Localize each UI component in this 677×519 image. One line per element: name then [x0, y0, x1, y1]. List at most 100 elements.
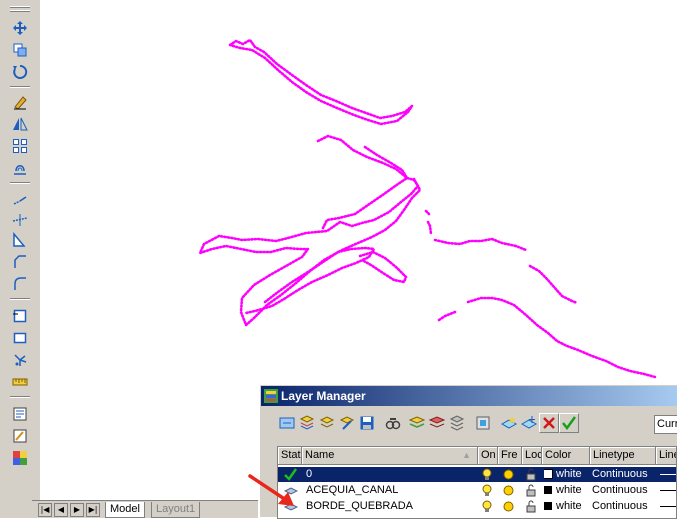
- toolbar-separator: [10, 396, 30, 398]
- polyline-hook: [358, 250, 408, 284]
- color-swatch: [544, 486, 552, 494]
- copy-icon[interactable]: [10, 40, 30, 60]
- toolbar-separator: [10, 86, 30, 88]
- color-name: white: [556, 468, 582, 480]
- new-layer-vp-frozen-icon[interactable]: [519, 413, 539, 433]
- last-tab-icon[interactable]: ▶|: [86, 503, 100, 517]
- lock-open-icon[interactable]: [526, 483, 540, 498]
- sun-thawed-icon[interactable]: [502, 499, 518, 514]
- layer-name[interactable]: 0: [306, 467, 476, 482]
- polyline-main-inner: [321, 145, 409, 230]
- rotate-icon[interactable]: [10, 62, 30, 82]
- bulb-on-icon[interactable]: [482, 467, 496, 482]
- next-tab-icon[interactable]: ▶: [70, 503, 84, 517]
- polyline-upper: [228, 38, 414, 126]
- trim-icon[interactable]: [10, 210, 30, 230]
- save-layer-state-icon[interactable]: [297, 413, 317, 433]
- restore-layer-state-icon[interactable]: [337, 413, 357, 433]
- chamfer-icon[interactable]: [10, 252, 30, 272]
- col-header-status[interactable]: Stat: [278, 447, 302, 465]
- layer-manager-title: Layer Manager: [281, 389, 366, 403]
- prev-tab-icon[interactable]: ◀: [54, 503, 68, 517]
- layer-manager-panel: Layer Manager Curr Stat Name ▲ On Fre Lo…: [258, 383, 677, 519]
- layer-table: Stat Name ▲ On Fre Loc Color Linetype Li…: [277, 446, 677, 519]
- scale-icon[interactable]: [10, 230, 30, 250]
- layer-linetype[interactable]: Continuous: [592, 467, 654, 482]
- col-header-freeze[interactable]: Fre: [498, 447, 522, 465]
- extend-icon[interactable]: [10, 190, 30, 210]
- sun-thawed-icon[interactable]: [502, 467, 518, 482]
- layer-manager-icon: [264, 389, 278, 403]
- toolbar-grip[interactable]: [10, 6, 30, 8]
- erase-icon[interactable]: [10, 92, 30, 112]
- lock-open-icon[interactable]: [526, 499, 540, 514]
- layer-filter-icon[interactable]: [383, 413, 403, 433]
- layer-manager-toolbar: Curr: [261, 410, 677, 438]
- save-icon[interactable]: [357, 413, 377, 433]
- polyline-right-lower: [437, 296, 657, 379]
- bulb-on-icon[interactable]: [482, 483, 496, 498]
- set-current-icon[interactable]: [559, 413, 579, 433]
- col-header-name[interactable]: Name ▲: [302, 447, 478, 465]
- properties-icon[interactable]: [10, 404, 30, 424]
- measure-icon[interactable]: [10, 372, 30, 392]
- polyline-right-dashed: [528, 264, 579, 305]
- table-row[interactable]: 0 white Continuous: [278, 467, 676, 482]
- col-header-color[interactable]: Color: [542, 447, 590, 465]
- explode-icon[interactable]: [10, 350, 30, 370]
- magenta-polylines: [198, 38, 657, 379]
- layer-delete-state-icon[interactable]: [427, 413, 447, 433]
- col-header-name-label: Name: [305, 449, 335, 461]
- layer-color[interactable]: white: [544, 499, 590, 514]
- lineweight-sample[interactable]: [660, 474, 676, 475]
- match-properties-icon[interactable]: [10, 426, 30, 446]
- color-swatch: [544, 502, 552, 510]
- mirror-icon[interactable]: [10, 114, 30, 134]
- layer-color[interactable]: white: [544, 483, 590, 498]
- array-icon[interactable]: [10, 136, 30, 156]
- fillet-icon[interactable]: [10, 274, 30, 294]
- layer-name[interactable]: BORDE_QUEBRADA: [306, 499, 476, 514]
- delete-layer-icon[interactable]: [539, 413, 559, 433]
- bulb-on-icon[interactable]: [482, 499, 496, 514]
- sort-arrow-icon: ▲: [462, 450, 471, 460]
- modify-toolbar: [0, 0, 40, 518]
- col-header-lock[interactable]: Loc: [522, 447, 542, 465]
- edit-layer-state-icon[interactable]: [317, 413, 337, 433]
- move-icon[interactable]: [10, 18, 30, 38]
- polyline-main-outer: [198, 134, 422, 327]
- layer-name[interactable]: ACEQUIA_CANAL: [306, 483, 476, 498]
- tab-layout1[interactable]: Layout1: [151, 502, 201, 518]
- lineweight-sample[interactable]: [660, 506, 676, 507]
- col-header-on[interactable]: On: [478, 447, 498, 465]
- rectangle-icon[interactable]: [10, 328, 30, 348]
- col-header-linetype[interactable]: Linetype: [590, 447, 656, 465]
- layer-linetype[interactable]: Continuous: [592, 483, 654, 498]
- first-tab-icon[interactable]: |◀: [38, 503, 52, 517]
- lock-open-icon[interactable]: [526, 467, 540, 482]
- annotation-arrow-icon: [248, 474, 294, 506]
- polyline-lower-blade: [244, 246, 376, 315]
- break-icon[interactable]: [10, 306, 30, 326]
- sun-thawed-icon[interactable]: [502, 483, 518, 498]
- new-layer-state-icon[interactable]: [277, 413, 297, 433]
- layer-walk-icon[interactable]: [447, 413, 467, 433]
- current-layer-field: Curr: [654, 415, 677, 434]
- polyline-ridge: [424, 209, 528, 252]
- tab-model[interactable]: Model: [105, 502, 145, 518]
- layer-linetype[interactable]: Continuous: [592, 499, 654, 514]
- layer-tools-icon[interactable]: [10, 448, 30, 468]
- toolbar-grip[interactable]: [10, 10, 30, 12]
- layer-isolate-icon[interactable]: [473, 413, 493, 433]
- layer-color[interactable]: white: [544, 467, 590, 482]
- layer-manager-titlebar[interactable]: Layer Manager: [261, 386, 677, 406]
- table-row[interactable]: BORDE_QUEBRADA white Continuous: [278, 499, 676, 514]
- layer-props-icon[interactable]: [407, 413, 427, 433]
- new-layer-icon[interactable]: [499, 413, 519, 433]
- toolbar-separator: [10, 298, 30, 300]
- offset-icon[interactable]: [10, 158, 30, 178]
- color-swatch: [544, 469, 553, 479]
- col-header-lineweight[interactable]: Line: [656, 447, 676, 465]
- table-row[interactable]: ACEQUIA_CANAL white Continuous: [278, 483, 676, 498]
- lineweight-sample[interactable]: [660, 490, 676, 491]
